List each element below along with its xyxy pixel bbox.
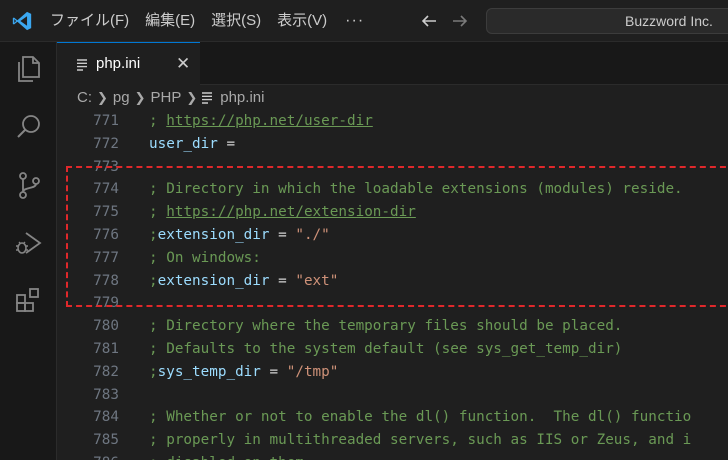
- file-lines-icon: [77, 59, 87, 71]
- line-number: 784: [93, 409, 119, 426]
- code-line[interactable]: 785 ; properly in multithreaded servers, …: [57, 429, 728, 452]
- line-number: 781: [93, 341, 119, 357]
- line-text: ; disabled on them.: [149, 452, 313, 460]
- highlight-annotation-box: [66, 166, 728, 307]
- line-number: 772: [93, 135, 119, 152]
- tab-php-ini[interactable]: php.ini ✕: [57, 42, 200, 85]
- line-text: ; Directory where the temporary files sh…: [149, 318, 623, 335]
- line-number: 780: [93, 318, 119, 335]
- menu-file[interactable]: ファイル(F): [42, 0, 137, 42]
- file-lines-icon: [202, 91, 213, 104]
- command-center-search[interactable]: Buzzword Inc.: [486, 8, 728, 34]
- code-line[interactable]: 782 ;sys_temp_dir = "/tmp": [57, 361, 728, 384]
- extensions-icon[interactable]: [13, 285, 45, 317]
- line-number: 783: [93, 386, 119, 403]
- line-text: ; https://php.net/user-dir: [149, 113, 373, 129]
- line-number: 786: [57, 452, 119, 460]
- line-text: ; Defaults to the system default (see sy…: [149, 341, 623, 357]
- line-text: user_dir =: [149, 135, 236, 152]
- code-line[interactable]: 771 ; https://php.net/user-dir: [57, 110, 728, 133]
- breadcrumb-drive[interactable]: C:: [77, 89, 92, 106]
- code-line[interactable]: 786 ; disabled on them.: [57, 452, 728, 460]
- breadcrumb-folder-pg[interactable]: pg: [113, 89, 130, 106]
- search-icon[interactable]: [13, 111, 45, 143]
- code-line[interactable]: 783: [57, 384, 728, 407]
- code-line[interactable]: 780 ; Directory where the temporary files…: [57, 315, 728, 338]
- code-line[interactable]: 784 ; Whether or not to enable the dl() f…: [57, 406, 728, 429]
- activity-bar: [0, 42, 57, 460]
- line-number: 785: [93, 432, 119, 449]
- back-arrow-icon[interactable]: [419, 11, 439, 31]
- chevron-right-icon: ❯: [186, 89, 198, 105]
- title-bar: ファイル(F) 編集(E) 選択(S) 表示(V) ··· Buzzword I…: [0, 0, 728, 42]
- menu-bar: ファイル(F) 編集(E) 選択(S) 表示(V) ···: [42, 0, 374, 42]
- menu-edit[interactable]: 編集(E): [137, 0, 203, 42]
- code-line[interactable]: 781 ; Defaults to the system default (see…: [57, 338, 728, 361]
- line-text: ;sys_temp_dir = "/tmp": [149, 363, 339, 380]
- breadcrumb: C: ❯ pg ❯ PHP ❯ php.ini: [57, 85, 728, 110]
- explorer-icon[interactable]: [13, 53, 45, 85]
- more-menu-button[interactable]: ···: [335, 0, 374, 42]
- forward-arrow-icon[interactable]: [450, 11, 470, 31]
- code-line[interactable]: 772 user_dir =: [57, 133, 728, 156]
- menu-view[interactable]: 表示(V): [269, 0, 335, 42]
- breadcrumb-folder-php[interactable]: PHP: [151, 89, 182, 106]
- line-number: 782: [93, 363, 119, 380]
- vscode-logo-icon: [12, 11, 32, 31]
- chevron-right-icon: ❯: [97, 89, 108, 105]
- tab-label: php.ini: [96, 55, 141, 72]
- menu-selection[interactable]: 選択(S): [203, 0, 269, 42]
- source-control-icon[interactable]: [13, 169, 45, 201]
- breadcrumb-file[interactable]: php.ini: [220, 89, 264, 106]
- close-icon[interactable]: ✕: [176, 54, 190, 74]
- line-text: ; Whether or not to enable the dl() func…: [149, 409, 692, 426]
- line-text: ; properly in multithreaded servers, suc…: [149, 432, 692, 449]
- editor-tab-bar: php.ini ✕: [57, 42, 728, 85]
- run-debug-icon[interactable]: [13, 227, 45, 259]
- workspace-name: Buzzword Inc.: [625, 13, 713, 29]
- chevron-right-icon: ❯: [134, 89, 146, 105]
- line-number: 771: [93, 113, 119, 129]
